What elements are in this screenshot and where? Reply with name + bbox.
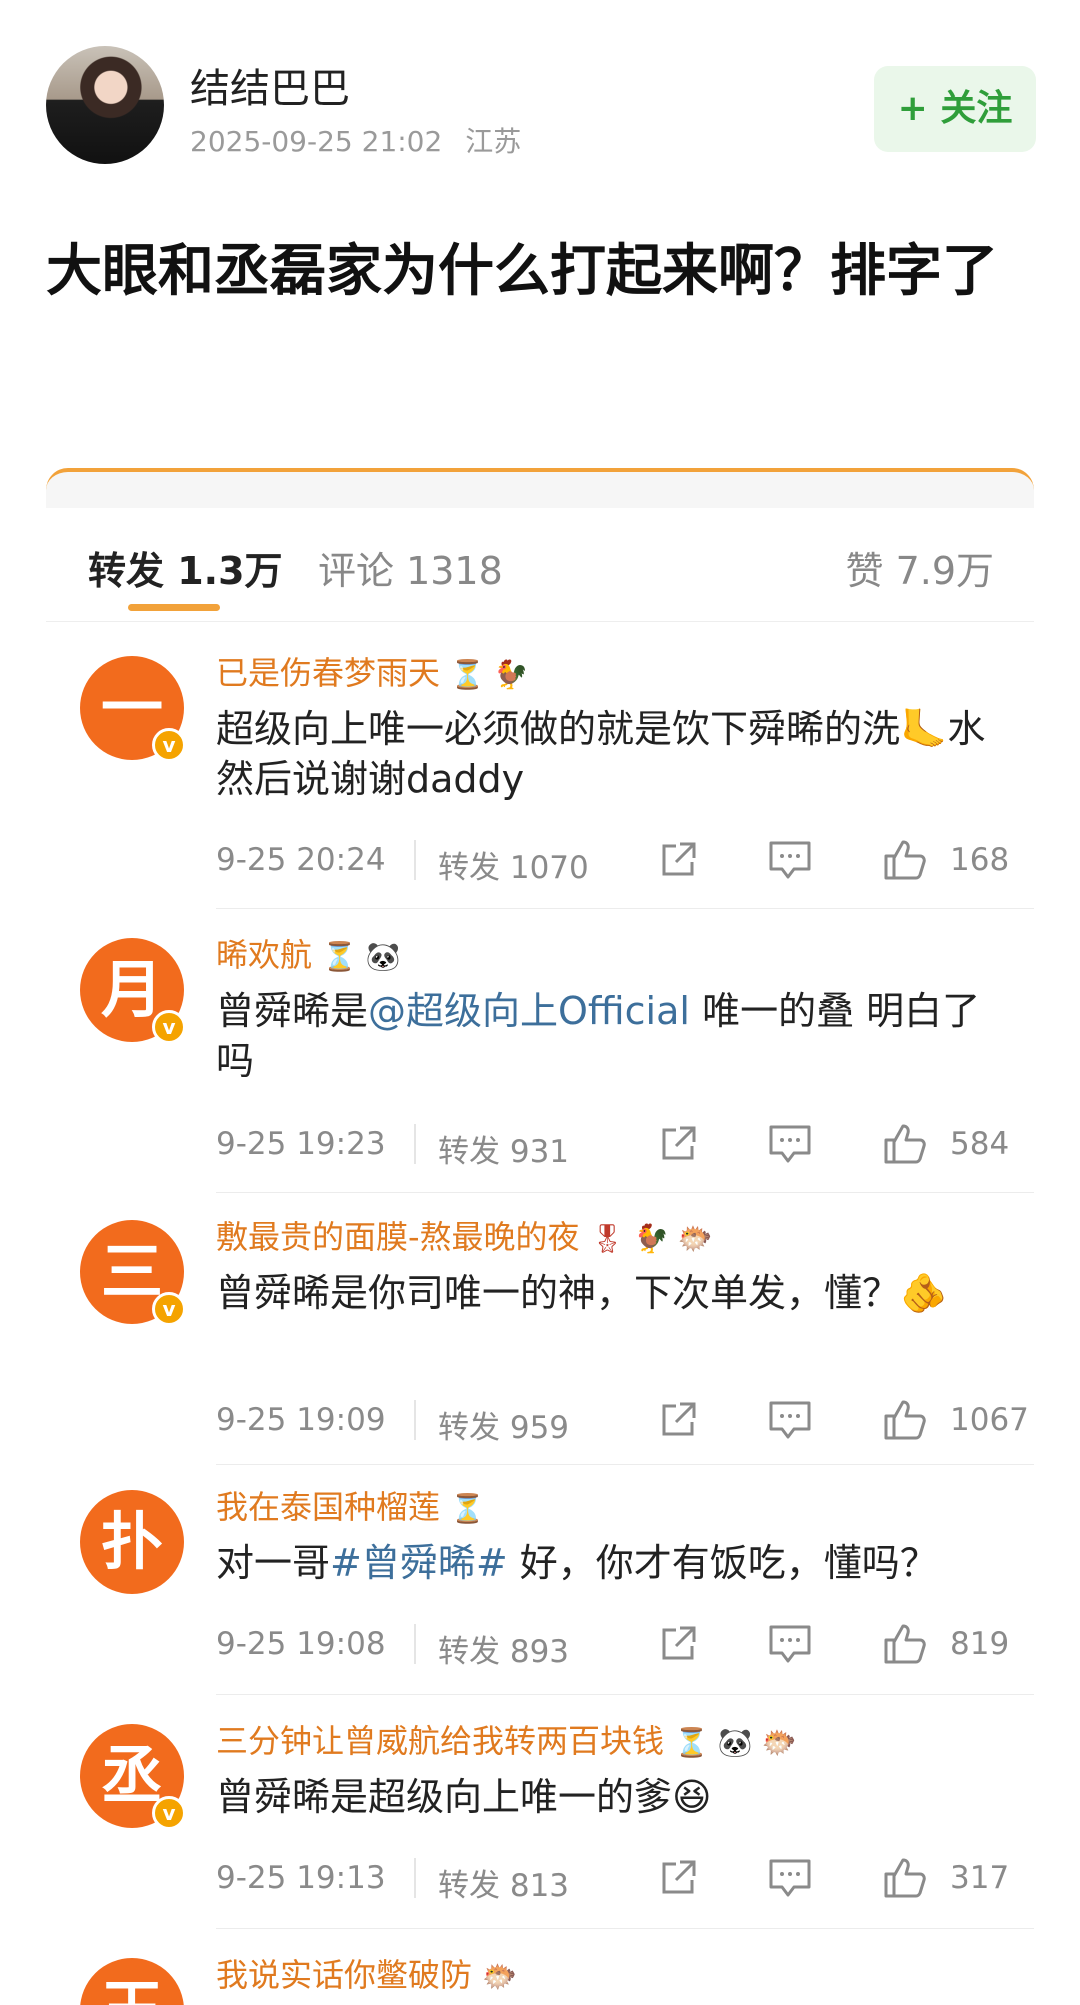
comment-footer: 9-25 19:23 转发 931 584 [216, 1116, 1034, 1176]
comment-text-part: 好，你才有饭吃，懂吗？ [507, 1541, 938, 1585]
repost-count[interactable]: 转发 959 [438, 1402, 569, 1447]
comment-divider [216, 1464, 1034, 1465]
comment-item: 月 v 晞欢航 ⏳ 🐼 曾舜晞是@超级向上Official 唯一的叠 明白了吗 9… [46, 930, 1034, 1200]
repost-count[interactable]: 转发 1070 [438, 842, 589, 887]
commenter-name-text: 三分钟让曾威航给我转两百块钱 [216, 1722, 665, 1760]
commenter-name-text: 我说实话你鳖破防 [216, 1956, 473, 1994]
commenter-name[interactable]: 已是伤春梦雨天 ⏳ 🐓 [216, 648, 529, 694]
commenter-name[interactable]: 我在泰国种榴莲 ⏳ [216, 1482, 485, 1528]
like-count: 584 [950, 1126, 1010, 1162]
comment-icon[interactable] [768, 1400, 812, 1440]
share-icon[interactable] [658, 1124, 698, 1164]
share-icon[interactable] [658, 840, 698, 880]
comment-item: 三 v 敷最贵的面膜-熬最晚的夜 🎖 🐓 🐡 曾舜晞是你司唯一的神，下次单发，懂？… [46, 1212, 1034, 1474]
post-meta: 2025-09-25 21:02 江苏 [190, 120, 535, 160]
user-badges: 🎖 🐓 🐡 [589, 1222, 713, 1255]
like-icon[interactable] [882, 1854, 928, 1900]
share-icon[interactable] [658, 1624, 698, 1664]
comment-text: 曾舜晞是你司唯一的神，下次单发，懂？🫵 [216, 1271, 948, 1315]
comment-text-part: 对一哥 [216, 1541, 331, 1585]
embedded-card-edge [46, 468, 1034, 508]
tab-comment[interactable]: 评论 1318 [318, 540, 503, 595]
divider [414, 1400, 416, 1440]
commenter-name-text: 晞欢航 [216, 936, 313, 974]
comment-divider [216, 908, 1034, 909]
comment-time: 9-25 19:09 [216, 1402, 386, 1438]
comment-divider [216, 1694, 1034, 1695]
divider [414, 1124, 416, 1164]
post-header: 结结巴巴 2025-09-25 21:02 江苏 + 关注 [46, 46, 1036, 176]
active-tab-indicator [128, 604, 220, 611]
share-icon[interactable] [658, 1858, 698, 1898]
mention-link[interactable]: @超级向上Official [368, 989, 690, 1033]
comment-time: 9-25 19:13 [216, 1860, 386, 1896]
post-datetime: 2025-09-25 21:02 [190, 125, 443, 158]
share-icon[interactable] [658, 1400, 698, 1440]
commenter-name[interactable]: 三分钟让曾威航给我转两百块钱 ⏳ 🐼 🐡 [216, 1716, 796, 1762]
tab-repost[interactable]: 转发 1.3万 [88, 540, 283, 595]
like-icon[interactable] [882, 836, 928, 882]
post-location: 江苏 [465, 125, 522, 158]
user-badges: 🐡 [482, 1960, 517, 1993]
tab-like[interactable]: 赞 7.9万 [845, 540, 994, 595]
repost-count[interactable]: 转发 893 [438, 1626, 569, 1671]
commenter-name-text: 敷最贵的面膜-熬最晚的夜 [216, 1218, 580, 1256]
comment-text: 曾舜晞是超级向上唯一的爹😆 [216, 1775, 712, 1819]
post-title: 大眼和丞磊家为什么打起来啊？排字了 [46, 239, 998, 304]
comment-item: 丞 v 三分钟让曾威航给我转两百块钱 ⏳ 🐼 🐡 曾舜晞是超级向上唯一的爹😆 9-… [46, 1716, 1034, 1946]
comment-icon[interactable] [768, 1624, 812, 1664]
divider [414, 1624, 416, 1664]
comment-divider [216, 1192, 1034, 1193]
user-badges: ⏳ 🐓 [450, 658, 529, 691]
like-count: 819 [950, 1626, 1010, 1662]
comment-text: 超级向上唯一必须做的就是饮下舜晞的洗🦶水然后说谢谢daddy [216, 707, 986, 801]
like-count: 317 [950, 1860, 1010, 1896]
repost-count[interactable]: 转发 931 [438, 1126, 569, 1171]
comment-footer: 9-25 20:24 转发 1070 168 [216, 832, 1034, 892]
verified-icon: v [152, 1010, 186, 1044]
comment-text: 对一哥#曾舜晞# 好，你才有饭吃，懂吗？ [216, 1538, 1016, 1588]
comment-icon[interactable] [768, 1858, 812, 1898]
comment-time: 9-25 19:23 [216, 1126, 386, 1162]
comment-item: 一 v 已是伤春梦雨天 ⏳ 🐓 超级向上唯一必须做的就是饮下舜晞的洗🦶水然后说谢谢… [46, 648, 1034, 918]
follow-button[interactable]: + 关注 [874, 66, 1036, 152]
divider [414, 1858, 416, 1898]
commenter-avatar[interactable]: 扑 [80, 1490, 184, 1594]
author-avatar[interactable] [46, 46, 164, 164]
comment-item: 扑 我在泰国种榴莲 ⏳ 对一哥#曾舜晞# 好，你才有饭吃，懂吗？ 9-25 19:… [46, 1482, 1034, 1712]
engagement-tabs: 转发 1.3万 评论 1318 赞 7.9万 [46, 512, 1034, 622]
like-count: 168 [950, 842, 1010, 878]
verified-icon: v [152, 1292, 186, 1326]
commenter-name[interactable]: 我说实话你鳖破防 🐡 [216, 1950, 517, 1996]
divider [414, 840, 416, 880]
comment-footer: 9-25 19:13 转发 813 317 [216, 1850, 1034, 1910]
commenter-name-text: 我在泰国种榴莲 [216, 1488, 441, 1526]
commenter-name[interactable]: 敷最贵的面膜-熬最晚的夜 🎖 🐓 🐡 [216, 1212, 713, 1258]
comment-time: 9-25 20:24 [216, 842, 386, 878]
user-badges: ⏳ 🐼 [322, 940, 401, 973]
comment-footer: 9-25 19:09 转发 959 1067 [216, 1392, 1034, 1452]
repost-count[interactable]: 转发 813 [438, 1860, 569, 1905]
user-badges: ⏳ 🐼 🐡 [674, 1726, 797, 1759]
commenter-name-text: 已是伤春梦雨天 [216, 654, 441, 692]
verified-icon: v [152, 1796, 186, 1830]
commenter-avatar[interactable]: 玉 [80, 1958, 184, 2005]
hashtag-link[interactable]: #曾舜晞# [330, 1541, 508, 1585]
author-name[interactable]: 结结巴巴 [190, 56, 350, 114]
like-icon[interactable] [882, 1120, 928, 1166]
like-count: 1067 [950, 1402, 1029, 1438]
like-icon[interactable] [882, 1620, 928, 1666]
comment-item: 玉 我说实话你鳖破防 🐡 [46, 1950, 1034, 2005]
comment-time: 9-25 19:08 [216, 1626, 386, 1662]
verified-icon: v [152, 728, 186, 762]
comment-footer: 9-25 19:08 转发 893 819 [216, 1616, 1034, 1676]
commenter-name[interactable]: 晞欢航 ⏳ 🐼 [216, 930, 401, 976]
like-icon[interactable] [882, 1396, 928, 1442]
comment-text: 曾舜晞是@超级向上Official 唯一的叠 明白了吗 [216, 986, 1016, 1086]
comment-icon[interactable] [768, 1124, 812, 1164]
comment-icon[interactable] [768, 840, 812, 880]
user-badges: ⏳ [450, 1492, 485, 1525]
comment-text-part: 曾舜晞是 [216, 989, 369, 1033]
comment-divider [216, 1928, 1034, 1929]
